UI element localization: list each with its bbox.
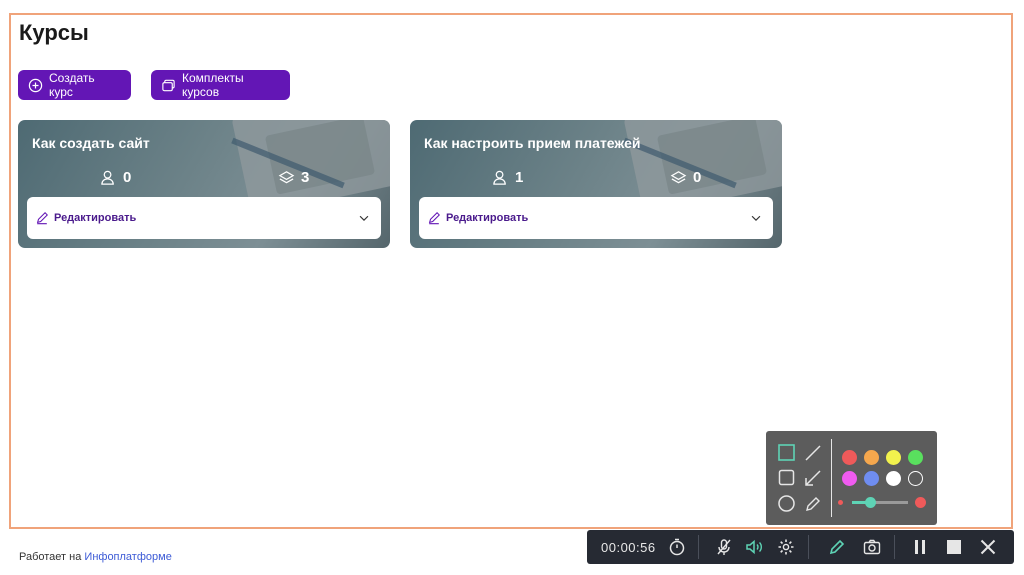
recorder-divider	[894, 535, 895, 559]
course-title: Как создать сайт	[32, 135, 150, 151]
page-title: Курсы	[19, 20, 89, 45]
microphone-muted-icon[interactable]	[714, 537, 734, 557]
brush-size-max	[915, 497, 926, 508]
stopwatch-icon[interactable]	[667, 537, 687, 557]
recorder-divider	[808, 535, 809, 559]
recording-timer: 00:00:56	[601, 540, 656, 555]
modules-count: 3	[278, 169, 309, 186]
highlight-rectangle-tool-icon[interactable]	[777, 443, 797, 463]
drawing-tools-panel	[766, 431, 937, 525]
color-swatch-orange[interactable]	[864, 450, 879, 465]
layers-icon	[278, 171, 295, 184]
students-count: 0	[100, 169, 131, 186]
gear-icon[interactable]	[776, 537, 796, 557]
edit-course-dropdown[interactable]: Редактировать	[419, 197, 773, 239]
user-icon	[493, 170, 506, 185]
user-icon	[101, 170, 114, 185]
course-sets-label: Комплекты курсов	[182, 71, 244, 99]
brush-size-min	[838, 500, 843, 505]
line-tool-icon[interactable]	[803, 443, 823, 463]
speaker-icon[interactable]	[744, 537, 764, 557]
course-sets-button[interactable]: Комплекты курсов	[151, 70, 290, 100]
modules-value: 3	[301, 169, 310, 186]
color-swatch-magenta[interactable]	[842, 471, 857, 486]
panel-divider	[831, 439, 832, 517]
screen-recorder-bar: 00:00:56	[587, 530, 1014, 564]
pencil-icon	[428, 212, 440, 225]
course-card[interactable]: Как настроить прием платежей 1 0 Редакти…	[410, 120, 782, 248]
color-swatch-red[interactable]	[842, 450, 857, 465]
students-value: 1	[515, 169, 524, 186]
arrow-tool-icon[interactable]	[803, 468, 823, 488]
create-course-label: Создать курс	[49, 71, 95, 99]
brush-size-slider-handle[interactable]	[865, 497, 876, 508]
draw-pencil-icon[interactable]	[827, 537, 847, 557]
edit-course-dropdown[interactable]: Редактировать	[27, 197, 381, 239]
platform-link[interactable]: Инфоплатформе	[84, 551, 171, 563]
color-swatch-yellow[interactable]	[886, 450, 901, 465]
edit-label: Редактировать	[446, 212, 529, 224]
rectangle-tool-icon[interactable]	[777, 468, 797, 488]
footer: Работает на Инфоплатформе	[19, 551, 172, 563]
footer-prefix: Работает на	[19, 551, 82, 563]
pencil-tool-icon[interactable]	[803, 494, 823, 514]
course-title: Как настроить прием платежей	[424, 135, 641, 151]
close-icon[interactable]	[978, 537, 998, 557]
modules-value: 0	[693, 169, 702, 186]
color-swatch-green[interactable]	[908, 450, 923, 465]
pause-icon[interactable]	[910, 537, 930, 557]
chevron-down-icon	[359, 215, 369, 222]
chevron-down-icon	[751, 215, 761, 222]
ellipse-tool-icon[interactable]	[777, 494, 797, 514]
stack-icon	[162, 79, 175, 91]
layers-icon	[670, 171, 687, 184]
students-value: 0	[123, 169, 132, 186]
modules-count: 0	[670, 169, 701, 186]
camera-icon[interactable]	[862, 537, 882, 557]
color-swatch-blue[interactable]	[864, 471, 879, 486]
pencil-icon	[36, 212, 48, 225]
plus-circle-icon	[28, 78, 43, 92]
create-course-button[interactable]: Создать курс	[18, 70, 131, 100]
edit-label: Редактировать	[54, 212, 137, 224]
course-card[interactable]: Как создать сайт 0 3 Редактировать	[18, 120, 390, 248]
color-swatch-transparent[interactable]	[908, 471, 923, 486]
color-swatch-white[interactable]	[886, 471, 901, 486]
stop-icon[interactable]	[944, 537, 964, 557]
students-count: 1	[492, 169, 523, 186]
recorder-divider	[698, 535, 699, 559]
